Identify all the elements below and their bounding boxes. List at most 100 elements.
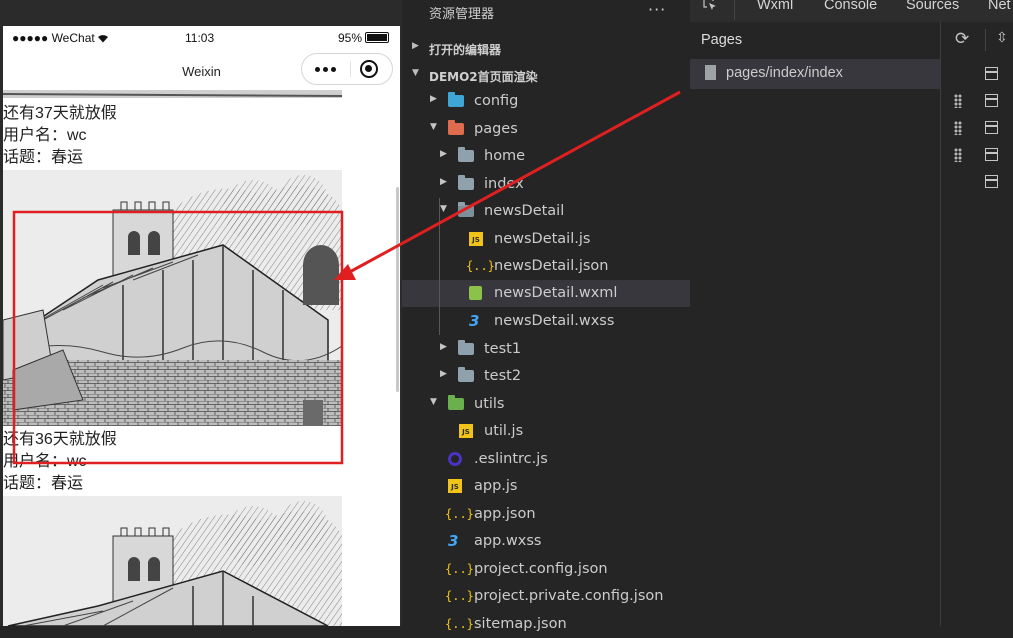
devtools-tabs: Wxml Console Sources Net (690, 0, 1013, 23)
post-user-text: 用户名：wc (3, 453, 87, 470)
tab-console[interactable]: Console (824, 0, 877, 13)
tree-folder-home[interactable]: ▶ home (402, 143, 690, 170)
page-item[interactable]: pages/index/index (690, 59, 940, 89)
tool-row (941, 117, 1013, 139)
chevron-down-icon: ▼ (430, 397, 437, 407)
more-actions-icon[interactable]: ··· (648, 0, 666, 19)
tree-label: .eslintrc.js (474, 451, 548, 467)
tree-folder-test1[interactable]: ▶ test1 (402, 336, 690, 363)
tree-label: app.json (474, 506, 536, 522)
js-file-icon: JS (448, 478, 466, 494)
tab-separator (734, 0, 735, 20)
tree-label: app.wxss (474, 533, 542, 549)
section-open-editors[interactable]: ▶ 打开的编辑器 (402, 35, 690, 61)
explorer-header: 资源管理器 ··· (402, 0, 690, 32)
drag-handle-icon[interactable] (954, 94, 962, 108)
tree-label: test2 (484, 368, 522, 384)
json-file-icon: {..} (445, 589, 474, 603)
tree-file-util-js[interactable]: JS util.js (402, 418, 690, 445)
battery-status: 95% (338, 31, 390, 45)
window-icon[interactable] (985, 121, 998, 134)
tree-folder-newsdetail[interactable]: ▼ newsDetail (402, 198, 690, 225)
tree-label: project.private.config.json (474, 588, 664, 604)
tab-wxml[interactable]: Wxml (757, 0, 793, 13)
post-topic-text: 话题：春运 (3, 149, 84, 166)
tab-sources[interactable]: Sources (906, 0, 959, 13)
tab-network[interactable]: Net (988, 0, 1011, 13)
capsule-menu (301, 53, 393, 85)
json-file-icon: {..} (445, 507, 474, 521)
toolbar-column: ⟳ ⇳ (941, 22, 1013, 626)
close-miniprogram-icon[interactable] (360, 60, 378, 78)
tree-label: utils (474, 396, 505, 412)
tree-file-newsdetail-wxss[interactable]: 3 newsDetail.wxss (402, 308, 690, 335)
drag-handle-icon[interactable] (954, 148, 962, 162)
split-icon[interactable]: ⇳ (996, 30, 1008, 46)
chevron-right-icon: ▶ (440, 177, 447, 187)
js-file-icon: JS (459, 423, 477, 439)
post-days-text: 还有36天就放假 (3, 431, 117, 448)
tree-file-app-json[interactable]: {..} app.json (402, 501, 690, 528)
tree-folder-pages[interactable]: ▼ pages (402, 116, 690, 143)
tree-label: pages (474, 121, 518, 137)
folder-open-icon (458, 202, 476, 219)
simulator-panel: ●●●●● WeChat 11:03 95% Weixin 还有37天就放假 用… (0, 0, 402, 626)
tree-folder-test2[interactable]: ▶ test2 (402, 363, 690, 390)
tree-label: newsDetail (484, 203, 565, 219)
file-icon (705, 65, 716, 80)
phone-scrollbar[interactable] (396, 187, 399, 392)
section-project[interactable]: ▼ DEMO2首页面渲染 (402, 62, 690, 88)
file-explorer: 资源管理器 ··· ▶ 打开的编辑器 ▼ DEMO2首页面渲染 ▶ config… (402, 0, 690, 632)
tree-file-eslintrc[interactable]: .eslintrc.js (402, 446, 690, 473)
window-icon[interactable] (985, 175, 998, 188)
tree-label: app.js (474, 478, 518, 494)
navigation-bar: Weixin (3, 50, 400, 90)
status-time: 11:03 (185, 31, 215, 45)
tree-label: config (474, 93, 519, 109)
tree-file-newsdetail-js[interactable]: JS newsDetail.js (402, 226, 690, 253)
inspect-element-icon[interactable] (703, 0, 717, 11)
status-bar: ●●●●● WeChat 11:03 95% (3, 26, 400, 50)
tree-file-project-private-config[interactable]: {..} project.private.config.json (402, 583, 690, 610)
post-image-partial (3, 90, 342, 98)
post-user-text: 用户名：wc (3, 127, 87, 144)
section-label: DEMO2首页面渲染 (429, 70, 538, 84)
post-days-text: 还有37天就放假 (3, 105, 117, 122)
window-icon[interactable] (985, 94, 998, 107)
folder-icon (458, 175, 476, 192)
tree-folder-index[interactable]: ▶ index (402, 171, 690, 198)
tree-file-project-config[interactable]: {..} project.config.json (402, 556, 690, 583)
tree-folder-config[interactable]: ▶ config (402, 88, 690, 115)
window-icon[interactable] (985, 148, 998, 161)
chevron-right-icon: ▶ (440, 369, 447, 379)
config-folder-icon (448, 92, 466, 109)
tree-label: test1 (484, 341, 522, 357)
tree-file-newsdetail-wxml[interactable]: newsDetail.wxml (402, 280, 690, 307)
post-image[interactable] (3, 496, 342, 626)
tree-file-app-js[interactable]: JS app.js (402, 473, 690, 500)
refresh-icon[interactable]: ⟳ (955, 29, 969, 49)
toolbar-separator (985, 29, 986, 51)
tree-file-app-wxss[interactable]: 3 app.wxss (402, 528, 690, 555)
tree-label: util.js (484, 423, 524, 439)
tree-folder-utils[interactable]: ▼ utils (402, 391, 690, 418)
tree-label: index (484, 176, 524, 192)
battery-icon (365, 32, 390, 43)
devtools-panel: Wxml Console Sources Net Pages pages/ind… (690, 0, 1013, 626)
pages-title: Pages (701, 32, 743, 48)
tool-row (941, 90, 1013, 112)
window-icon[interactable] (985, 67, 998, 80)
post-list[interactable]: 还有37天就放假 用户名：wc 话题：春运 还有36天就放假 用户名：wc 话题… (3, 90, 400, 626)
carrier-label: ●●●●● WeChat (12, 31, 95, 45)
drag-handle-icon[interactable] (954, 121, 962, 135)
explorer-title: 资源管理器 (429, 7, 495, 22)
post-image[interactable] (3, 170, 342, 426)
more-dots-icon[interactable] (315, 67, 339, 72)
tree-label: newsDetail.wxss (494, 313, 615, 329)
utils-folder-icon (448, 395, 466, 412)
chevron-down-icon: ▼ (412, 68, 419, 78)
tree-file-newsdetail-json[interactable]: {..} newsDetail.json (402, 253, 690, 280)
tree-file-sitemap[interactable]: {..} sitemap.json (402, 611, 690, 638)
chevron-right-icon: ▶ (412, 41, 419, 51)
tree-label: newsDetail.json (494, 258, 609, 274)
